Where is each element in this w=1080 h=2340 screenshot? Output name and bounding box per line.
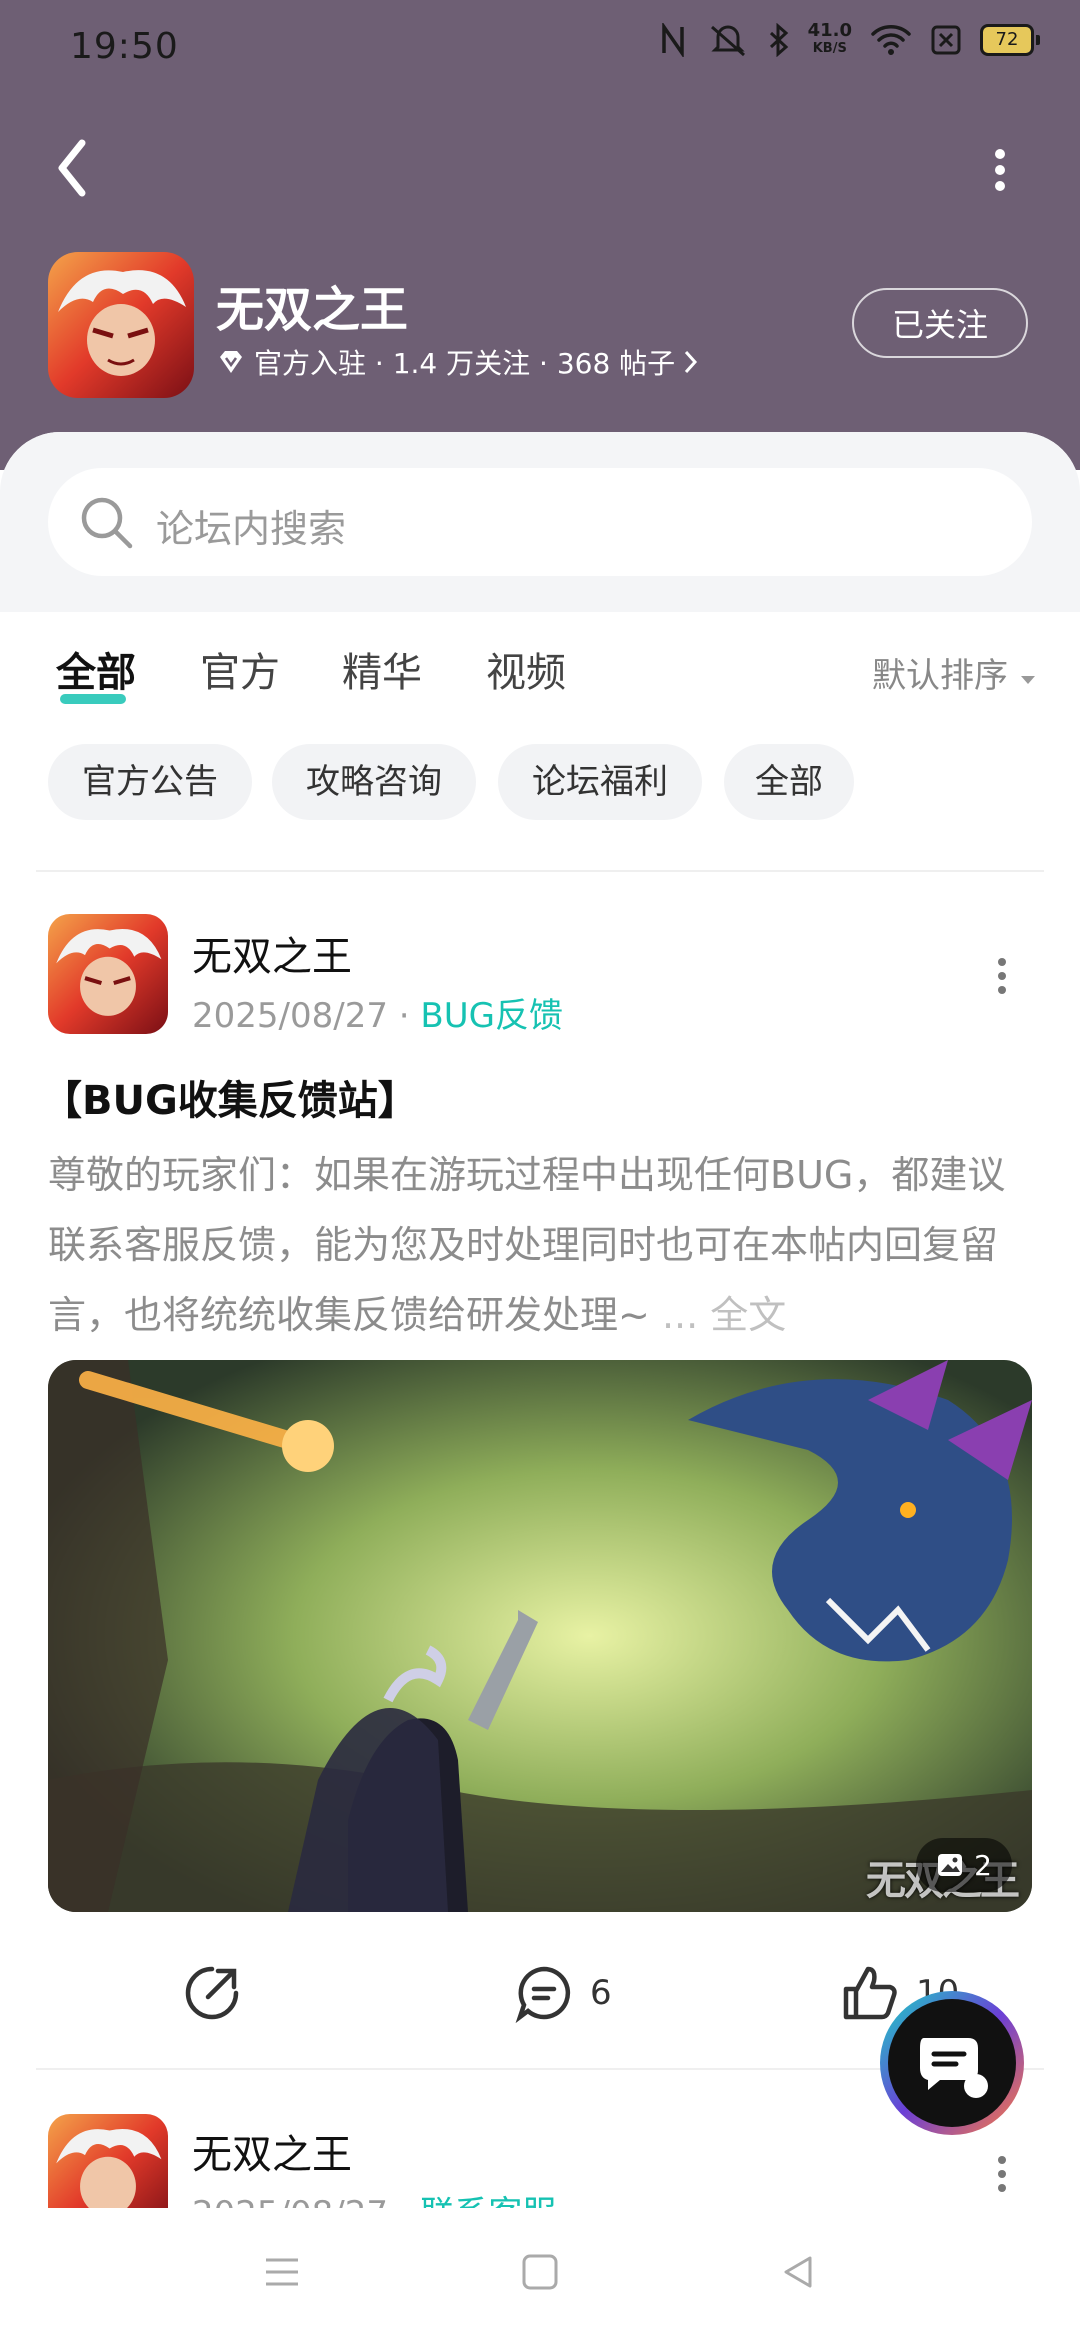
image-icon <box>938 1854 963 1876</box>
network-speed: 41.0 KB/S <box>808 22 852 58</box>
post-image[interactable]: 无双之王 2 <box>48 1360 1032 1912</box>
back-nav-icon[interactable] <box>778 2252 818 2292</box>
post-read-more[interactable]: ... 全文 <box>662 1293 786 1337</box>
post-date: 2025/08/27 <box>192 2194 388 2208</box>
diamond-icon <box>220 351 242 373</box>
chip-all[interactable]: 全部 <box>724 744 854 820</box>
nfc-icon <box>661 23 684 57</box>
sort-dropdown[interactable]: 默认排序 <box>872 648 1037 697</box>
divider <box>36 870 1044 872</box>
comment-count: 6 <box>590 1973 612 2013</box>
share-icon <box>185 1966 239 2020</box>
post-body-text: 尊敬的玩家们：如果在游玩过程中出现任何BUG，都建议联系客服反馈，能为您及时处理… <box>48 1153 1006 1337</box>
comment-icon <box>515 1966 571 2023</box>
post-meta: 2025/08/27 · BUG反馈 <box>192 996 563 1036</box>
post-body[interactable]: 尊敬的玩家们：如果在游玩过程中出现任何BUG，都建议联系客服反馈，能为您及时处理… <box>48 1140 1032 1350</box>
post-author-name[interactable]: 无双之王 <box>192 924 352 982</box>
battery-indicator: 72 <box>980 24 1040 56</box>
forum-title: 无双之王 <box>216 282 409 338</box>
post-meta: 2025/08/27 · 联系客服 <box>192 2186 556 2208</box>
more-options-icon[interactable] <box>985 140 1015 200</box>
status-icons: 41.0 KB/S 72 <box>658 22 1040 58</box>
status-bar: 19:50 41.0 KB/S 72 <box>0 0 1080 100</box>
forum-meta[interactable]: 官方入驻 · 1.4 万关注 · 368 帖子 <box>216 342 699 382</box>
sim-icon <box>931 25 961 55</box>
mute-icon <box>710 25 745 57</box>
tab-featured[interactable]: 精华 <box>342 640 422 698</box>
image-count: 2 <box>974 1848 992 1882</box>
search-icon <box>81 497 133 549</box>
menu-icon[interactable] <box>262 2252 302 2292</box>
chevron-right-icon <box>685 350 698 374</box>
share-action[interactable] <box>182 1958 242 2028</box>
post-more-icon[interactable] <box>995 2154 1009 2194</box>
wifi-icon <box>871 25 911 55</box>
image-count-badge: 2 <box>916 1838 1012 1892</box>
back-icon[interactable] <box>50 135 100 201</box>
post-more-icon[interactable] <box>995 956 1009 996</box>
status-time: 19:50 <box>70 26 179 67</box>
forum-header: 19:50 41.0 KB/S 72 无双之王 官方入驻 · 1.4 万关注 ·… <box>0 0 1080 470</box>
chat-assistant-icon[interactable] <box>872 1988 1032 2138</box>
chip-guides[interactable]: 攻略咨询 <box>272 744 476 820</box>
battery-level: 72 <box>980 24 1034 56</box>
search-placeholder: 论坛内搜索 <box>156 507 347 551</box>
system-nav-bar <box>0 2208 1080 2340</box>
tab-indicator <box>60 694 126 704</box>
tab-video[interactable]: 视频 <box>486 640 566 698</box>
comment-action[interactable]: 6 <box>514 1958 612 2028</box>
search-input[interactable]: 论坛内搜索 <box>48 468 1032 576</box>
bluetooth-icon <box>769 23 788 57</box>
chip-announcements[interactable]: 官方公告 <box>48 744 252 820</box>
post-tag[interactable]: 联系客服 <box>420 2194 556 2208</box>
tab-all[interactable]: 全部 <box>56 640 136 698</box>
sort-label: 默认排序 <box>872 656 1008 696</box>
caret-down-icon <box>1020 676 1035 684</box>
tab-official[interactable]: 官方 <box>200 640 280 698</box>
post-title[interactable]: 【BUG收集反馈站】 <box>42 1068 418 1126</box>
follow-button[interactable]: 已关注 <box>852 288 1028 358</box>
chip-benefits[interactable]: 论坛福利 <box>498 744 702 820</box>
post-date: 2025/08/27 <box>192 996 388 1036</box>
network-speed-value: 41.0 <box>807 20 852 41</box>
home-icon[interactable] <box>520 2252 560 2292</box>
tab-bar: 全部 官方 精华 视频 默认排序 <box>0 640 1080 730</box>
post-author-avatar[interactable] <box>48 2114 168 2208</box>
post-author-avatar[interactable] <box>48 914 168 1034</box>
post-author-name[interactable]: 无双之王 <box>192 2122 352 2180</box>
network-speed-unit: KB/S <box>812 41 847 56</box>
forum-meta-text: 官方入驻 · 1.4 万关注 · 368 帖子 <box>254 347 676 380</box>
forum-avatar <box>48 252 194 398</box>
post-tag[interactable]: BUG反馈 <box>420 996 563 1036</box>
